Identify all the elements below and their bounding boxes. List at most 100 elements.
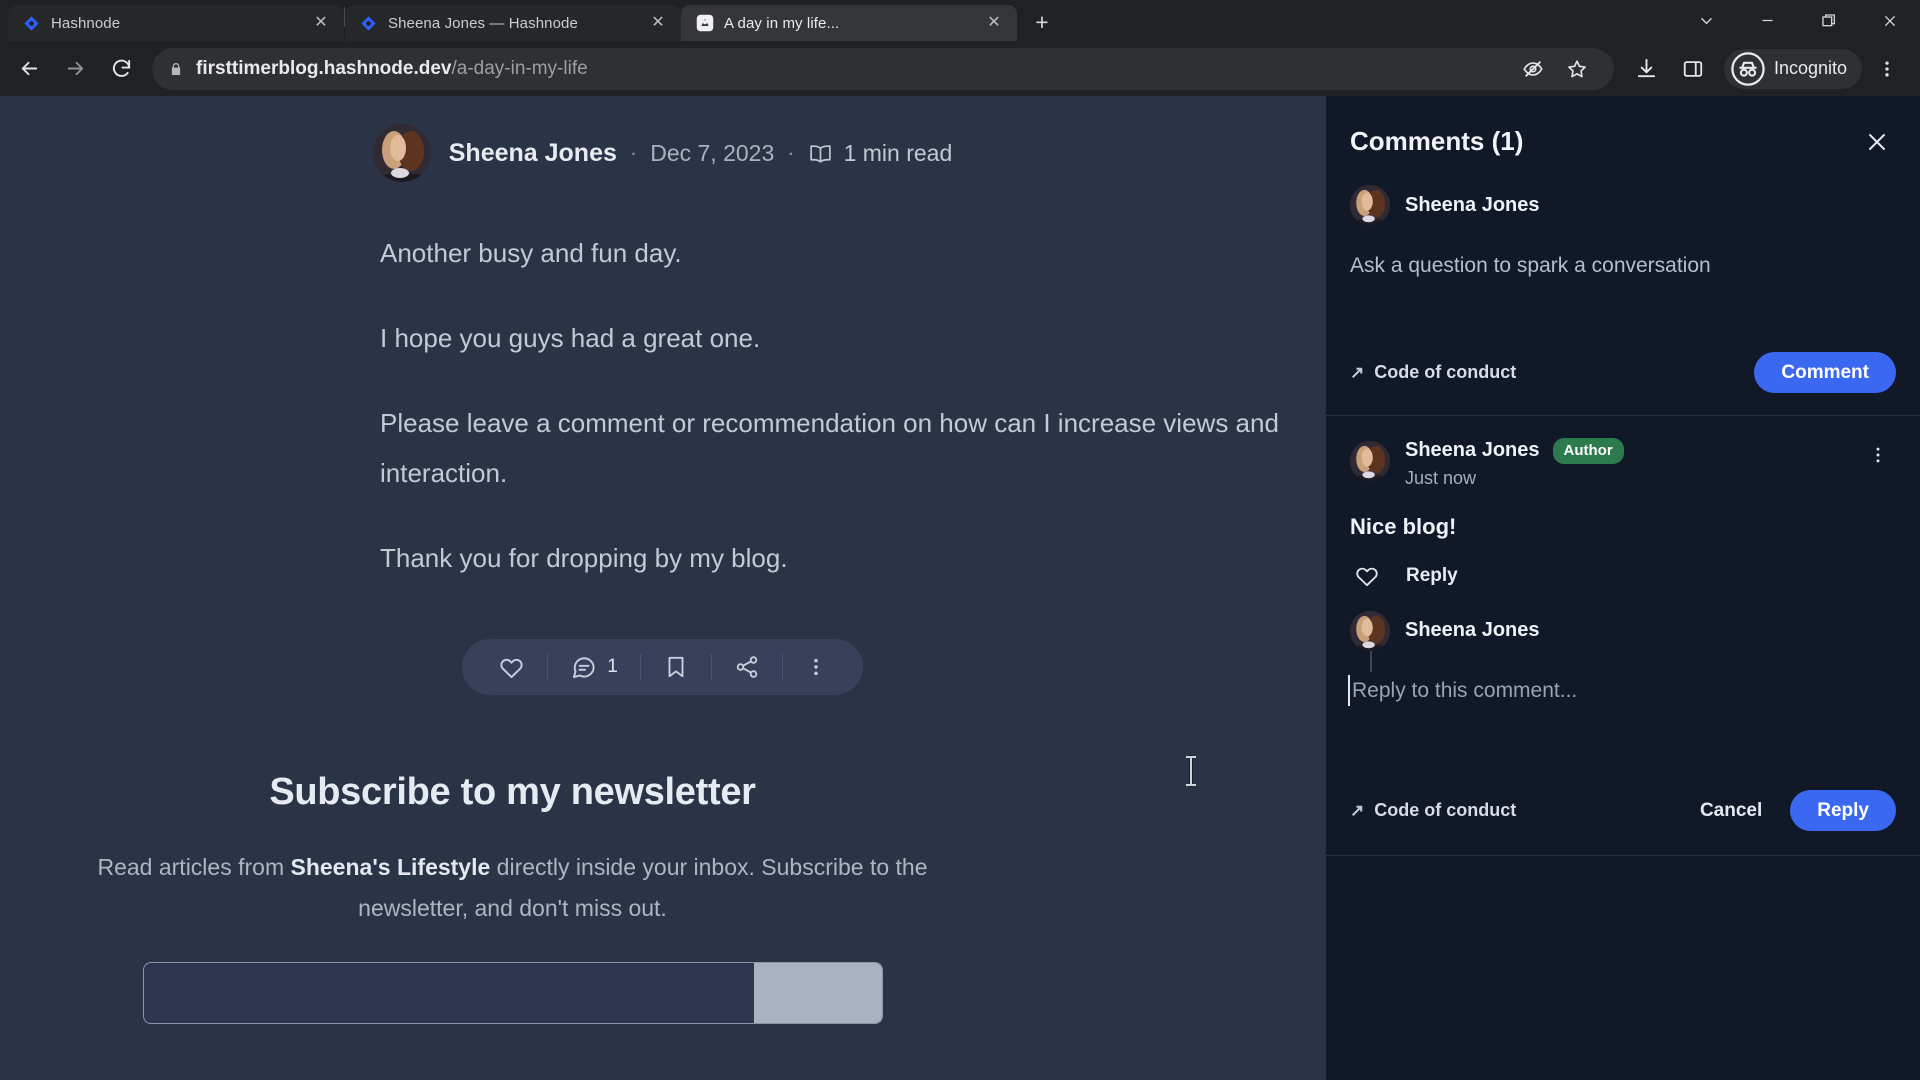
new-tab-button[interactable]: + bbox=[1025, 5, 1059, 39]
newsletter-title: Subscribe to my newsletter bbox=[269, 771, 756, 813]
reload-icon[interactable] bbox=[100, 48, 142, 90]
browser-tab-3[interactable]: A day in my life... ✕ bbox=[681, 5, 1017, 41]
side-panel-icon[interactable] bbox=[1672, 48, 1714, 90]
newsletter-email-input[interactable] bbox=[144, 963, 754, 1023]
minimize-icon[interactable] bbox=[1737, 0, 1798, 41]
browser-tab-1[interactable]: Hashnode ✕ bbox=[8, 5, 344, 41]
comments-panel: Comments (1) Sheena Jones Ask a question… bbox=[1325, 96, 1920, 1080]
comment-composer: Sheena Jones Ask a question to spark a c… bbox=[1326, 157, 1920, 415]
bookmark-star-icon[interactable] bbox=[1556, 48, 1598, 90]
read-time-label: 1 min read bbox=[843, 139, 953, 166]
post-author-name[interactable]: Sheena Jones bbox=[449, 139, 617, 168]
reply-composer-user: Sheena Jones bbox=[1350, 589, 1896, 651]
code-of-conduct-label: Code of conduct bbox=[1374, 800, 1517, 820]
comment-reply-button[interactable]: Reply bbox=[1406, 565, 1458, 587]
like-button[interactable] bbox=[476, 639, 547, 695]
composer-user-name: Sheena Jones bbox=[1405, 193, 1540, 216]
status-badge: Author bbox=[1552, 438, 1624, 464]
three-dot-menu-icon[interactable] bbox=[1868, 438, 1896, 466]
forward-arrow-icon[interactable] bbox=[54, 48, 96, 90]
comments-header: Comments (1) bbox=[1326, 96, 1920, 157]
reply-submit-button[interactable]: Reply bbox=[1790, 790, 1896, 831]
external-link-arrow-icon: ↗ bbox=[1350, 362, 1365, 382]
comment-input[interactable]: Ask a question to spark a conversation bbox=[1350, 254, 1896, 278]
comment-actions: Reply bbox=[1350, 563, 1896, 589]
meta-separator: · bbox=[629, 140, 638, 165]
code-of-conduct-link[interactable]: ↗ Code of conduct bbox=[1350, 362, 1516, 383]
url-path: /a-day-in-my-life bbox=[451, 57, 588, 79]
tab-title: Sheena Jones — Hashnode bbox=[388, 14, 578, 32]
comment-bubble-icon bbox=[570, 654, 597, 681]
read-time: 1 min read bbox=[808, 139, 953, 167]
omnibox-actions bbox=[1512, 48, 1598, 90]
comment-count: 1 bbox=[607, 656, 618, 677]
newsletter-text-before: Read articles from bbox=[97, 854, 291, 880]
code-of-conduct-link[interactable]: ↗ Code of conduct bbox=[1350, 800, 1516, 821]
three-dot-menu-icon bbox=[805, 656, 827, 678]
newsletter-subscribe-button[interactable] bbox=[753, 963, 882, 1023]
url-text: firsttimerblog.hashnode.dev/a-day-in-my-… bbox=[196, 58, 588, 80]
three-dot-menu-icon[interactable] bbox=[1866, 48, 1908, 90]
lock-icon bbox=[168, 61, 184, 77]
article-content: Sheena Jones · Dec 7, 2023 · 1 min read … bbox=[0, 96, 1325, 1080]
hashnode-icon bbox=[22, 14, 41, 33]
comment-header: Sheena Jones Author Just now bbox=[1350, 438, 1896, 489]
tracking-protection-icon[interactable] bbox=[1512, 48, 1554, 90]
tab-title: A day in my life... bbox=[724, 14, 840, 32]
close-icon[interactable] bbox=[1859, 0, 1920, 41]
more-options-button[interactable] bbox=[783, 639, 849, 695]
back-arrow-icon[interactable] bbox=[8, 48, 50, 90]
article-paragraph: Please leave a comment or recommendation… bbox=[380, 408, 1279, 438]
comment-timestamp: Just now bbox=[1405, 467, 1477, 488]
downloads-icon[interactable] bbox=[1626, 48, 1668, 90]
tab-strip: Hashnode ✕ Sheena Jones — Hashnode ✕ A d… bbox=[0, 0, 1920, 41]
comment-identity: Sheena Jones Author Just now bbox=[1405, 438, 1853, 489]
article-paragraph: I hope you guys had a great one. bbox=[380, 323, 761, 353]
book-icon bbox=[808, 141, 833, 166]
comment-list-item: Sheena Jones Author Just now Nice blog! … bbox=[1326, 416, 1920, 672]
close-icon[interactable]: ✕ bbox=[647, 12, 669, 34]
incognito-icon bbox=[1731, 51, 1765, 86]
incognito-badge[interactable]: Incognito bbox=[1723, 48, 1862, 89]
newsletter-description: Read articles from Sheena's Lifestyle di… bbox=[83, 847, 943, 929]
browser-tab-2[interactable]: Sheena Jones — Hashnode ✕ bbox=[345, 5, 681, 41]
article-paragraph: Another busy and fun day. bbox=[380, 238, 682, 268]
article-action-bar: 1 bbox=[0, 639, 1325, 695]
comment-submit-button[interactable]: Comment bbox=[1754, 352, 1896, 393]
avatar bbox=[1350, 185, 1390, 225]
newsletter-brand: Sheena's Lifestyle bbox=[290, 854, 491, 880]
post-meta: Sheena Jones · Dec 7, 2023 · 1 min read bbox=[0, 124, 1325, 182]
meta-separator: · bbox=[787, 140, 795, 165]
window-controls bbox=[1676, 0, 1920, 41]
newsletter-section: Subscribe to my newsletter Read articles… bbox=[0, 771, 1325, 1024]
comment-author-name[interactable]: Sheena Jones bbox=[1405, 439, 1540, 462]
article-paragraph: Thank you for dropping by my blog. bbox=[380, 543, 788, 573]
tab-title: Hashnode bbox=[51, 14, 121, 32]
bookmark-button[interactable] bbox=[641, 639, 711, 695]
comment-button[interactable]: 1 bbox=[548, 639, 640, 695]
heart-icon bbox=[498, 654, 525, 681]
mouse-text-cursor bbox=[1186, 756, 1196, 786]
share-button[interactable] bbox=[712, 639, 782, 695]
reply-cancel-button[interactable]: Cancel bbox=[1694, 789, 1768, 833]
incognito-label: Incognito bbox=[1773, 58, 1847, 78]
tab-search-icon[interactable] bbox=[1676, 0, 1737, 41]
close-icon[interactable]: ✕ bbox=[310, 12, 332, 34]
comment-body: Nice blog! bbox=[1350, 513, 1457, 539]
external-link-arrow-icon: ↗ bbox=[1350, 800, 1365, 820]
close-icon[interactable] bbox=[1862, 127, 1892, 157]
hashnode-icon bbox=[359, 14, 378, 33]
address-bar[interactable]: firsttimerblog.hashnode.dev/a-day-in-my-… bbox=[152, 47, 1614, 90]
close-icon[interactable]: ✕ bbox=[983, 12, 1005, 34]
reply-input[interactable]: Reply to this comment... bbox=[1348, 674, 1896, 706]
article-paragraph: interaction. bbox=[380, 458, 508, 488]
article-body: Another busy and fun day. I hope you guy… bbox=[0, 228, 1325, 583]
heart-icon[interactable] bbox=[1354, 563, 1380, 589]
browser-window: Hashnode ✕ Sheena Jones — Hashnode ✕ A d… bbox=[0, 0, 1920, 1080]
reply-composer-user-name: Sheena Jones bbox=[1405, 619, 1540, 641]
maximize-icon[interactable] bbox=[1798, 0, 1859, 41]
avatar bbox=[1350, 610, 1390, 651]
share-icon bbox=[734, 654, 760, 680]
code-of-conduct-label: Code of conduct bbox=[1374, 362, 1517, 382]
newsletter-form bbox=[142, 962, 883, 1024]
